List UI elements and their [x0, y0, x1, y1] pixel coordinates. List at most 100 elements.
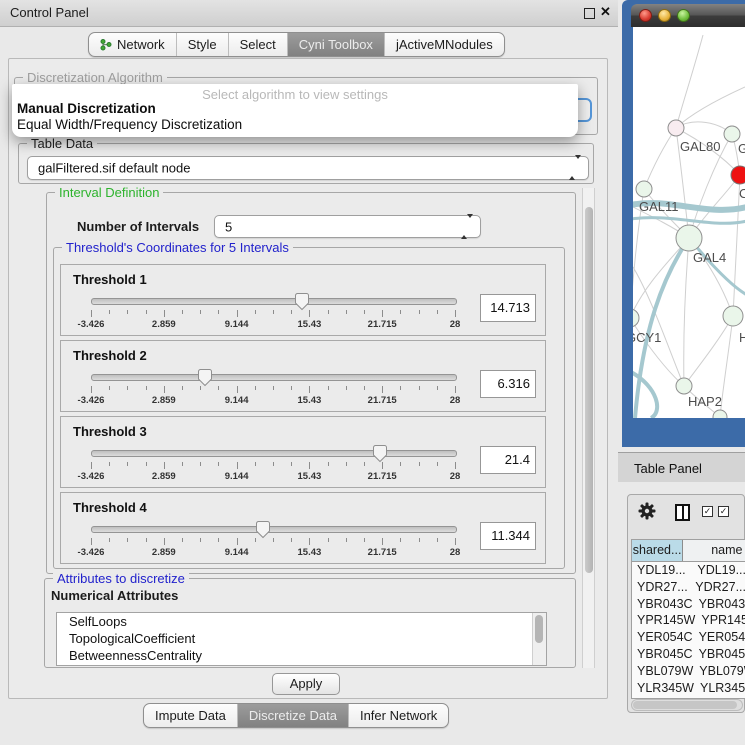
tab-cyni-toolbox[interactable]: Cyni Toolbox	[287, 33, 384, 56]
table-data-combobox[interactable]: galFiltered.sif default node	[27, 156, 589, 180]
checkbox-icon[interactable]: ✓	[718, 506, 729, 517]
tick-label: 2.859	[152, 319, 176, 330]
tab-style[interactable]: Style	[176, 33, 228, 56]
tick-mark	[400, 462, 401, 466]
tick-mark	[364, 310, 365, 314]
table-row[interactable]: YBL079WYBL079W	[632, 663, 745, 680]
network-node[interactable]	[723, 306, 743, 326]
tick-mark	[146, 462, 147, 466]
tick-mark	[164, 462, 165, 469]
table-row[interactable]: YBR045CYBR045C	[632, 646, 745, 663]
network-node-label: GA	[738, 141, 745, 156]
attribute-item[interactable]: SelfLoops	[57, 613, 546, 630]
threshold-3-label: Threshold 3	[73, 424, 147, 439]
threshold-3-slider[interactable]	[91, 450, 457, 457]
network-node[interactable]	[668, 120, 684, 136]
network-node[interactable]	[636, 181, 652, 197]
threshold-4-slider[interactable]	[91, 526, 457, 533]
tick-mark	[309, 310, 310, 317]
tick-mark	[346, 310, 347, 314]
tick-label: 28	[450, 547, 461, 558]
tab-select[interactable]: Select	[228, 33, 287, 56]
tab-discretize-data[interactable]: Discretize Data	[237, 704, 348, 727]
slider-tick-labels: -3.4262.8599.14415.4321.71528	[91, 471, 455, 483]
attribute-item[interactable]: TopologicalCoefficient	[57, 630, 546, 647]
tick-mark	[455, 386, 456, 393]
split-table-icon[interactable]	[675, 504, 690, 521]
tick-mark	[291, 310, 292, 314]
tick-label: -3.426	[78, 395, 105, 406]
panel-scrollbar-thumb[interactable]	[585, 207, 593, 573]
table-hscrollbar-thumb[interactable]	[633, 701, 737, 709]
numerical-attributes-list[interactable]: SelfLoopsTopologicalCoefficientBetweenne…	[56, 612, 547, 666]
tick-label: 15.43	[298, 471, 322, 482]
threshold-2-slider[interactable]	[91, 374, 457, 381]
table-row[interactable]: YBR043CYBR043C	[632, 596, 745, 613]
network-node[interactable]	[713, 410, 727, 418]
slider-handle[interactable]	[294, 292, 310, 311]
float-window-icon[interactable]	[584, 8, 595, 19]
threshold-1-value-field[interactable]: 14.713	[480, 294, 536, 322]
tab-infer-network[interactable]: Infer Network	[348, 704, 448, 727]
panel-vertical-scrollbar[interactable]	[582, 188, 595, 668]
slider-handle[interactable]	[197, 368, 213, 387]
gear-icon[interactable]	[638, 502, 656, 520]
number-of-intervals-combobox[interactable]: 5	[214, 215, 481, 238]
tick-label: 15.43	[298, 319, 322, 330]
tick-mark	[109, 310, 110, 314]
network-node[interactable]	[724, 126, 740, 142]
tab-network[interactable]: Network	[89, 33, 176, 56]
algorithm-option-manual[interactable]: Manual Discretization	[17, 101, 156, 116]
tick-label: 9.144	[225, 547, 249, 558]
tick-label: -3.426	[78, 547, 105, 558]
close-icon[interactable]: ✕	[600, 4, 611, 20]
tick-mark	[291, 462, 292, 466]
minimize-traffic-light-icon[interactable]	[658, 9, 671, 22]
threshold-4-value-field[interactable]: 11.344	[480, 522, 536, 550]
combo-spinner-icon	[461, 218, 473, 236]
threshold-1-panel: Threshold 1 -3.4262.8599.14415.4321.7152…	[60, 264, 546, 336]
table-horizontal-scrollbar[interactable]	[631, 699, 743, 711]
checkbox-icon[interactable]: ✓	[702, 506, 713, 517]
tick-mark	[237, 462, 238, 469]
tick-mark	[328, 310, 329, 314]
algorithm-option-equal-width[interactable]: Equal Width/Frequency Discretization	[17, 117, 242, 132]
tick-mark	[237, 310, 238, 317]
tab-jactivemnodules[interactable]: jActiveMNodules	[384, 33, 504, 56]
table-row[interactable]: YER054CYER054C	[632, 629, 745, 646]
tick-mark	[109, 538, 110, 542]
list-scrollbar-thumb[interactable]	[535, 615, 543, 643]
threshold-2-value-field[interactable]: 6.316	[480, 370, 536, 398]
number-of-intervals-value: 5	[225, 219, 232, 234]
tick-mark	[273, 538, 274, 542]
network-node[interactable]	[676, 378, 692, 394]
table-row[interactable]: YDL19...YDL19...	[632, 562, 745, 579]
combo-spinner-icon	[569, 159, 581, 177]
table-row[interactable]: YPR145WYPR145W	[632, 612, 745, 629]
attribute-item[interactable]: BetweennessCentrality	[57, 647, 546, 664]
network-canvas[interactable]: GAL80GACGAL11GAL4GCY1HHAP2	[633, 27, 745, 418]
attributes-group-title: Attributes to discretize	[53, 571, 189, 586]
table-row[interactable]: YDR27...YDR27...	[632, 579, 745, 596]
table-data-combobox-value: galFiltered.sif default node	[38, 161, 190, 176]
zoom-traffic-light-icon[interactable]	[677, 9, 690, 22]
threshold-1-slider[interactable]	[91, 298, 457, 305]
table-row[interactable]: YLR345WYLR345W	[632, 680, 745, 697]
apply-button[interactable]: Apply	[272, 673, 340, 695]
tab-impute-data-label: Impute Data	[155, 708, 226, 723]
network-node[interactable]	[676, 225, 702, 251]
tick-mark	[127, 462, 128, 466]
threshold-3-value-field[interactable]: 21.4	[480, 446, 536, 474]
network-node[interactable]	[731, 166, 745, 184]
slider-handle[interactable]	[372, 444, 388, 463]
network-node-label: GAL80	[680, 139, 720, 154]
network-node[interactable]	[633, 309, 639, 327]
list-scrollbar[interactable]	[532, 613, 546, 665]
column-header-name[interactable]: name	[683, 540, 745, 561]
column-header-shared-name[interactable]: shared...	[632, 540, 683, 561]
tab-impute-data[interactable]: Impute Data	[144, 704, 237, 727]
close-traffic-light-icon[interactable]	[639, 9, 652, 22]
slider-ticks	[91, 386, 455, 394]
slider-handle[interactable]	[255, 520, 271, 539]
network-window-titlebar	[631, 4, 745, 27]
